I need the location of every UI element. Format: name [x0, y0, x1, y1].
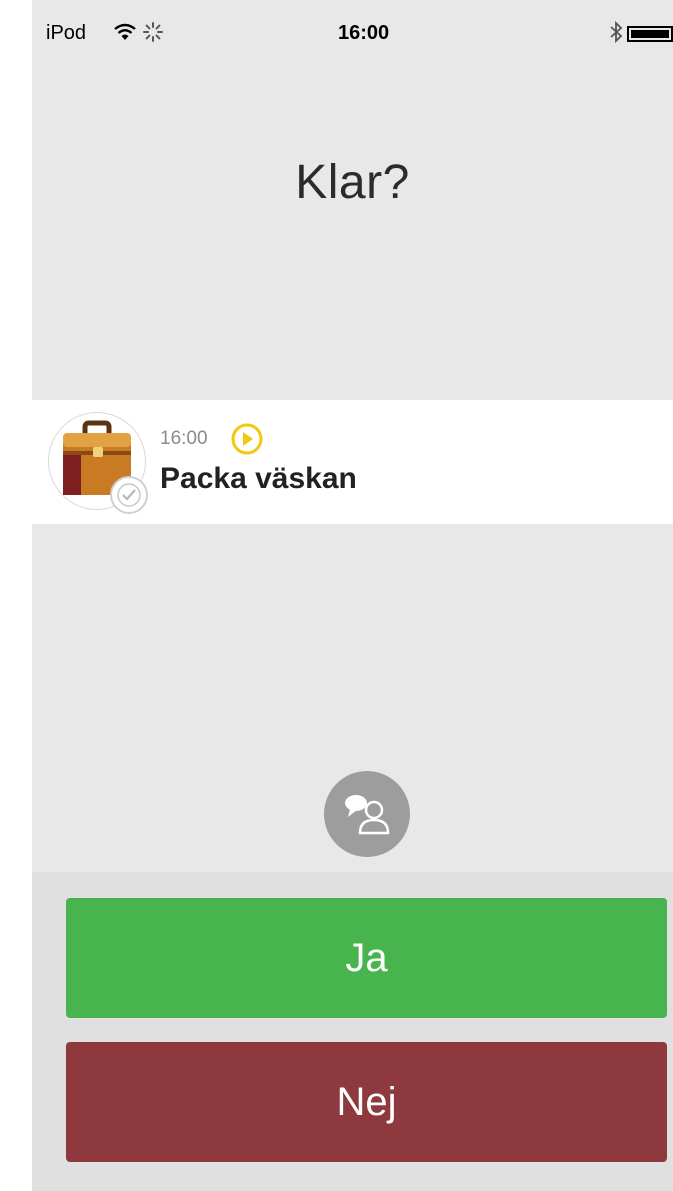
- support-button[interactable]: [324, 771, 410, 857]
- page-title: Klar?: [295, 156, 410, 209]
- check-icon: [110, 476, 148, 514]
- app-screen: iPod 16:00 Klar? 16:00 Packa väskan Ja N…: [32, 0, 673, 1191]
- no-button[interactable]: Nej: [66, 1042, 667, 1162]
- status-carrier: iPod: [46, 22, 87, 44]
- activity-time: 16:00: [160, 428, 208, 449]
- bluetooth-icon: [610, 20, 623, 44]
- activity-spinner-icon: [143, 22, 163, 42]
- status-time: 16:00: [338, 22, 390, 44]
- activity-name: Packa väskan: [160, 462, 357, 495]
- speech-person-icon: [345, 795, 390, 835]
- wifi-icon: [114, 23, 136, 40]
- yes-button[interactable]: Ja: [66, 898, 667, 1018]
- activity-row[interactable]: 16:00 Packa väskan: [32, 400, 673, 524]
- answer-panel: Ja Nej: [32, 872, 673, 1191]
- alarm-icon: [231, 423, 263, 455]
- status-bar: iPod 16:00: [32, 0, 673, 68]
- battery-icon: [627, 26, 673, 42]
